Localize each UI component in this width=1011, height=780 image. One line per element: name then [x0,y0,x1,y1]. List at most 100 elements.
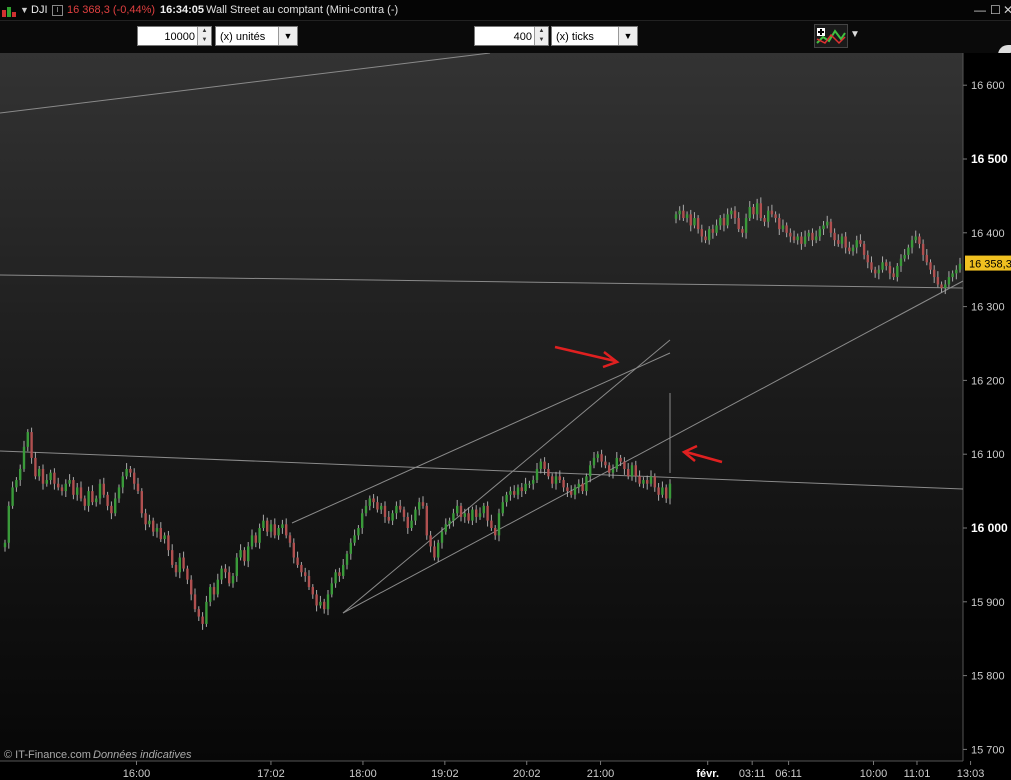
candle-body [696,218,700,230]
maximize-button[interactable]: ☐ [990,0,1001,20]
symbol-dropdown-icon[interactable]: ▼ [20,0,29,20]
price-chart[interactable]: 15 700 15 800 15 900 16 000 16 100 16 200 16 3… [0,53,1011,780]
symbol-label[interactable]: DJI [31,0,48,20]
candle-body [634,465,637,477]
candle-body [726,214,729,226]
candle-body [562,480,565,488]
candle-body [767,210,770,222]
chart-bars-icon[interactable] [2,6,16,17]
candle-body [770,210,774,215]
candle-body [243,550,246,562]
units-input[interactable]: 10000 ▲ ▼ [137,26,212,46]
x-tick-label: 19:02 [431,768,459,780]
candle-body [490,520,493,528]
candle-body [554,476,558,484]
candle-body [577,483,580,488]
candle-body [64,483,67,492]
candle-body [682,210,685,219]
candle-body [509,491,512,495]
units-stepper[interactable]: ▲ ▼ [197,27,211,45]
candle-body [304,572,307,576]
title-bar: ▼ DJI I 16 368,3 (-0,44%) 16:34:05 Wall … [0,0,1011,21]
candle-body [19,468,22,481]
candle-body [338,572,341,576]
candle-body [877,269,881,274]
y-tick-label: 16 600 [971,80,1005,92]
candle-body [106,494,109,506]
candle-body [3,542,7,548]
candle-body [755,203,759,215]
candle-body [862,243,866,255]
candle-body [638,476,641,484]
candle-body [888,266,892,274]
candle-body [361,513,364,528]
chevron-down-icon[interactable]: ▼ [278,27,297,45]
candle-body [357,528,360,536]
candle-body [228,572,231,584]
candle-body [205,601,208,624]
info-icon[interactable]: I [52,5,63,16]
x-tick-label: 11:01 [904,768,931,780]
candle-body [944,284,947,289]
units-select-label: (x) unités [220,31,266,43]
candle-body [918,236,921,244]
ticks-input[interactable]: 400 ▲ ▼ [474,26,549,46]
units-select[interactable]: (x) unités ▼ [215,26,298,46]
candle-body [873,269,877,274]
candle-body [833,232,836,241]
candle-body [811,232,814,241]
candle-body [566,487,569,492]
plot-area[interactable] [0,53,963,761]
candle-body [76,487,79,495]
candle-body [781,225,785,230]
candle-body [87,491,90,506]
candle-body [851,247,855,252]
candle-body [482,505,485,514]
candle-body [627,468,630,477]
candle-body [486,505,489,521]
candle-body [592,457,596,466]
candle-body [615,457,618,469]
price-change: 16 368,3 (-0,44%) [67,4,156,16]
indicators-dropdown-icon[interactable]: ▼ [850,29,860,40]
candle-body [22,446,26,469]
indicators-icon[interactable] [814,24,848,48]
candle-body [665,487,668,499]
ticks-stepper[interactable]: ▲ ▼ [534,27,548,45]
candle-body [53,472,56,484]
candle-body [95,498,98,503]
candle-body [955,269,958,274]
ticks-select[interactable]: (x) ticks ▼ [551,26,638,46]
candle-body [478,513,482,517]
candle-body [133,472,136,484]
candle-body [391,513,394,521]
candle-body [448,520,451,525]
candle-body [822,225,825,230]
candle-body [269,524,273,532]
candle-body [395,505,398,514]
candle-body [932,269,936,278]
chevron-down-icon[interactable]: ▼ [618,27,637,45]
candle-body [497,513,501,536]
x-tick-label: févr. [696,768,719,780]
candle-body [719,218,722,226]
candle-body [737,218,740,230]
candle-body [814,236,818,241]
candle-body [353,535,356,543]
candle-body [254,535,257,543]
candle-body [722,218,726,226]
candle-body [315,594,318,606]
candle-body [837,240,840,244]
close-button[interactable]: ✕ [1003,0,1011,20]
candle-body [925,254,929,263]
candle-body [452,513,455,521]
candle-body [34,457,37,477]
candle-body [83,498,86,506]
candle-body [752,206,755,215]
x-tick-label: 03:11 [739,768,766,780]
candle-body [300,564,303,573]
minimize-button[interactable]: — [974,0,986,20]
candle-body [818,229,822,237]
candle-body [573,487,577,495]
candle-body [231,575,235,584]
